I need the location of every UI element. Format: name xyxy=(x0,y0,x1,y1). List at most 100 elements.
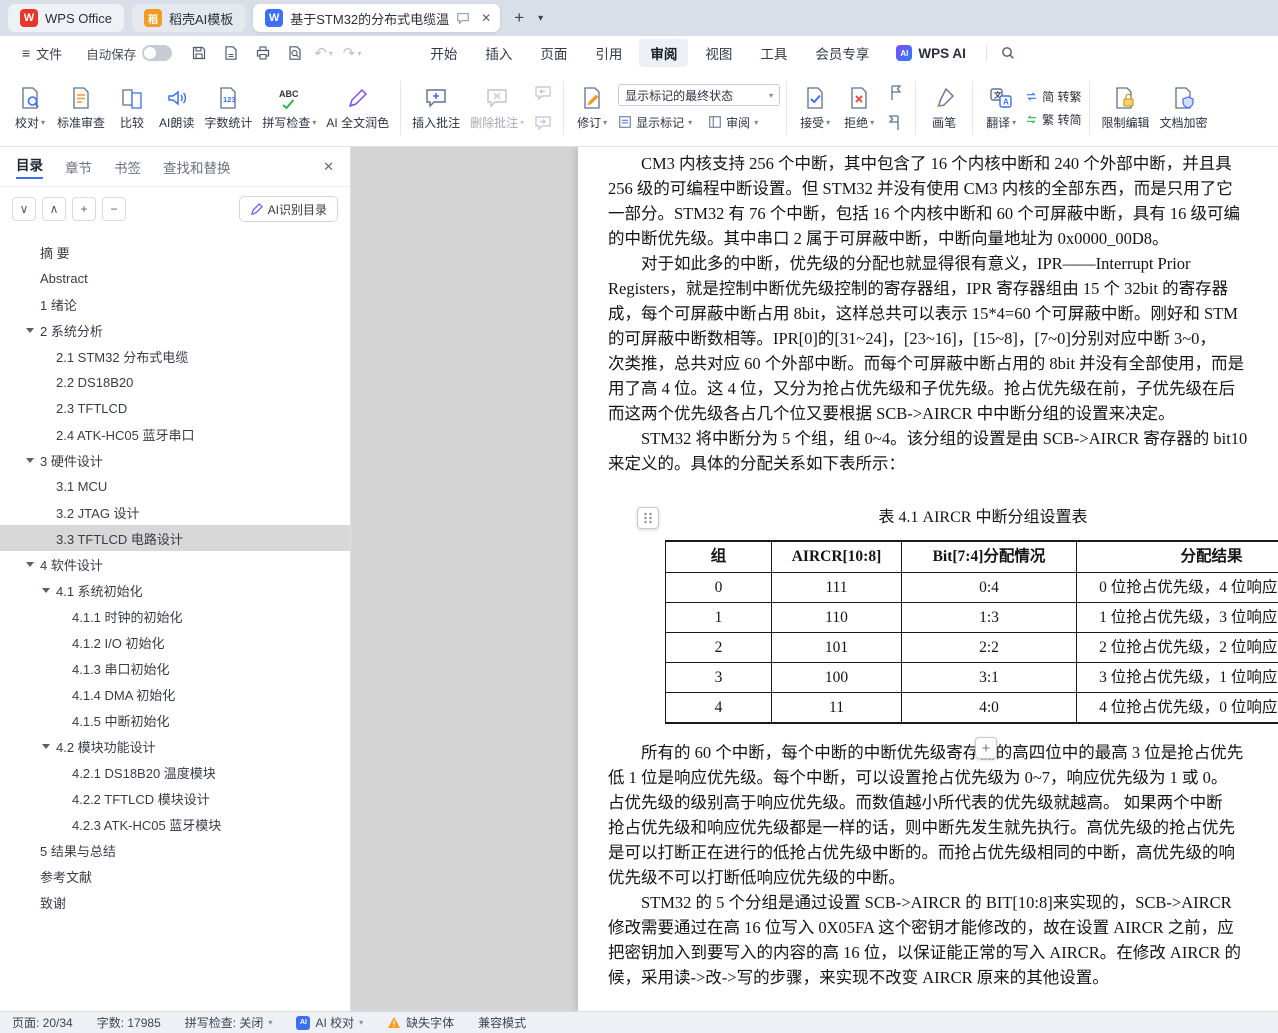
toc-item[interactable]: 4.2.2 TFTLCD 模块设计 xyxy=(0,785,350,811)
toc-item[interactable]: 3.1 MCU xyxy=(0,473,350,499)
ai-proofread-status[interactable]: AI AI 校对 ▾ xyxy=(296,1014,363,1031)
word-count-indicator[interactable]: 字数: 17985 xyxy=(97,1014,161,1031)
delete-comment-button[interactable]: 删除批注▾ xyxy=(465,76,529,140)
toc-item[interactable]: 4.1.3 串口初始化 xyxy=(0,655,350,681)
ribbon-tab-tools[interactable]: 工具 xyxy=(749,39,798,67)
sidebar-tab-contents[interactable]: 目录 xyxy=(16,154,43,179)
wps-ai-menu-button[interactable]: AI WPS AI xyxy=(886,41,976,65)
track-changes-button[interactable]: 修订▾ xyxy=(570,76,614,140)
zoom-in-icon[interactable]: + xyxy=(72,197,96,221)
ai-polish-button[interactable]: AI 全文润色 xyxy=(321,76,394,140)
collapse-arrow-icon[interactable] xyxy=(42,744,50,749)
undo-caret-icon[interactable]: ▾ xyxy=(329,49,333,58)
autosave-toggle[interactable] xyxy=(142,45,172,61)
toc-item[interactable]: 2.3 TFTLCD xyxy=(0,395,350,421)
save-icon[interactable] xyxy=(188,42,210,64)
sidebar-tab-bookmarks[interactable]: 书签 xyxy=(114,157,141,177)
ribbon-tab-member[interactable]: 会员专享 xyxy=(804,39,880,67)
aircr-group-table[interactable]: 组 AIRCR[10:8] Bit[7:4]分配情况 分配结果 0 111 0:… xyxy=(665,540,1278,724)
add-row-handle[interactable]: + xyxy=(975,737,997,759)
toc-item[interactable]: 2.4 ATK-HC05 蓝牙串口 xyxy=(0,421,350,447)
collapse-arrow-icon[interactable] xyxy=(26,562,34,567)
file-menu-button[interactable]: ≡ 文件 xyxy=(14,41,70,66)
markup-state-dropdown[interactable]: 显示标记的最终状态 ▾ xyxy=(618,84,780,106)
spellcheck-status[interactable]: 拼写检查: 关闭 ▾ xyxy=(185,1014,273,1031)
search-icon[interactable] xyxy=(997,42,1019,64)
toc-item[interactable]: 4.2 模块功能设计 xyxy=(0,733,350,759)
show-markup-button[interactable]: 显示标记 ▾ xyxy=(618,112,692,132)
collapse-all-icon[interactable]: ∨ xyxy=(12,197,36,221)
redo-icon[interactable]: ↷ xyxy=(343,44,356,62)
toc-item[interactable]: 4.1 系统初始化 xyxy=(0,577,350,603)
next-comment-icon[interactable] xyxy=(531,111,555,135)
translate-button[interactable]: 文A 翻译▾ xyxy=(979,76,1023,140)
ribbon-tab-page[interactable]: 页面 xyxy=(529,39,578,67)
restrict-editing-button[interactable]: 限制编辑 xyxy=(1096,76,1154,140)
tab-docer-template[interactable]: 稻 稻壳AI模板 xyxy=(132,4,245,32)
previous-comment-icon[interactable] xyxy=(531,81,555,105)
tab-document-active[interactable]: W 基于STM32的分布式电缆温 ✕ xyxy=(253,4,500,32)
spell-check-button[interactable]: ABC 拼写检查▾ xyxy=(257,76,321,140)
collapse-arrow-icon[interactable] xyxy=(26,328,34,333)
ai-recognize-toc-button[interactable]: AI识别目录 xyxy=(239,196,338,222)
toc-item[interactable]: 5 结果与总结 xyxy=(0,837,350,863)
collapse-arrow-icon[interactable] xyxy=(42,588,50,593)
toc-item[interactable]: 3.2 JTAG 设计 xyxy=(0,499,350,525)
toc-item[interactable]: 1 绪论 xyxy=(0,291,350,317)
compare-button[interactable]: 比较 xyxy=(110,76,154,140)
previous-change-icon[interactable] xyxy=(883,81,907,105)
export-pdf-icon[interactable] xyxy=(220,42,242,64)
traditional-to-simplified-button[interactable]: 繁 转简 xyxy=(1025,111,1081,128)
ribbon-tab-insert[interactable]: 插入 xyxy=(474,39,523,67)
toc-item[interactable]: 摘 要 xyxy=(0,239,350,265)
toc-item[interactable]: 2 系统分析 xyxy=(0,317,350,343)
document-page[interactable]: CM3 内核支持 256 个中断，其中包含了 16 个内核中断和 240 个外部… xyxy=(578,147,1278,1011)
table-drag-handle[interactable] xyxy=(637,507,659,529)
close-sidebar-icon[interactable]: ✕ xyxy=(323,159,334,175)
ribbon-tab-home[interactable]: 开始 xyxy=(419,39,468,67)
redo-caret-icon[interactable]: ▾ xyxy=(357,49,361,58)
word-count-button[interactable]: 123 字数统计 xyxy=(199,76,257,140)
next-change-icon[interactable] xyxy=(883,111,907,135)
print-icon[interactable] xyxy=(252,42,274,64)
review-pane-button[interactable]: 审阅 ▾ xyxy=(708,112,758,132)
undo-icon[interactable]: ↶ xyxy=(314,44,327,62)
collapse-arrow-icon[interactable] xyxy=(26,458,34,463)
page-indicator[interactable]: 页面: 20/34 xyxy=(12,1014,73,1031)
expand-all-icon[interactable]: ∧ xyxy=(42,197,66,221)
toc-item[interactable]: 4.1.2 I/O 初始化 xyxy=(0,629,350,655)
reject-change-button[interactable]: 拒绝▾ xyxy=(837,76,881,140)
print-preview-icon[interactable] xyxy=(284,42,306,64)
tab-list-caret-icon[interactable]: ▾ xyxy=(538,13,543,24)
insert-comment-button[interactable]: 插入批注 xyxy=(407,76,465,140)
toc-item[interactable]: Abstract xyxy=(0,265,350,291)
toc-item[interactable]: 4.1.5 中断初始化 xyxy=(0,707,350,733)
toc-item[interactable]: 4.2.3 ATK-HC05 蓝牙模块 xyxy=(0,811,350,837)
ai-read-button[interactable]: AI朗读 xyxy=(154,76,199,140)
missing-font-warning[interactable]: 缺失字体 xyxy=(387,1014,454,1031)
ribbon-tab-view[interactable]: 视图 xyxy=(694,39,743,67)
toc-item[interactable]: 参考文献 xyxy=(0,863,350,889)
toc-item-selected[interactable]: 3.3 TFTLCD 电路设计 xyxy=(0,525,350,551)
toc-item[interactable]: 4.2.1 DS18B20 温度模块 xyxy=(0,759,350,785)
toc-item[interactable]: 3 硬件设计 xyxy=(0,447,350,473)
toc-item[interactable]: 4.1.4 DMA 初始化 xyxy=(0,681,350,707)
pen-button[interactable]: 画笔 xyxy=(922,76,966,140)
new-tab-button[interactable]: + xyxy=(508,8,530,28)
simplified-to-traditional-button[interactable]: 简 转繁 xyxy=(1025,88,1081,105)
toc-item[interactable]: 2.2 DS18B20 xyxy=(0,369,350,395)
accept-change-button[interactable]: 接受▾ xyxy=(793,76,837,140)
proofread-button[interactable]: 校对▾ xyxy=(8,76,52,140)
tab-wps-home[interactable]: W WPS Office xyxy=(8,4,124,32)
document-encrypt-button[interactable]: 文档加密 xyxy=(1155,76,1213,140)
toc-item[interactable]: 4.1.1 时钟的初始化 xyxy=(0,603,350,629)
sidebar-tab-find-replace[interactable]: 查找和替换 xyxy=(163,157,231,177)
ribbon-tab-review[interactable]: 审阅 xyxy=(639,39,688,67)
zoom-out-icon[interactable]: − xyxy=(102,197,126,221)
ribbon-tab-reference[interactable]: 引用 xyxy=(584,39,633,67)
sidebar-tab-chapters[interactable]: 章节 xyxy=(65,157,92,177)
compatibility-mode-indicator[interactable]: 兼容模式 xyxy=(478,1014,526,1031)
toc-item[interactable]: 致谢 xyxy=(0,889,350,915)
toc-item[interactable]: 4 软件设计 xyxy=(0,551,350,577)
toc-item[interactable]: 2.1 STM32 分布式电缆 xyxy=(0,343,350,369)
